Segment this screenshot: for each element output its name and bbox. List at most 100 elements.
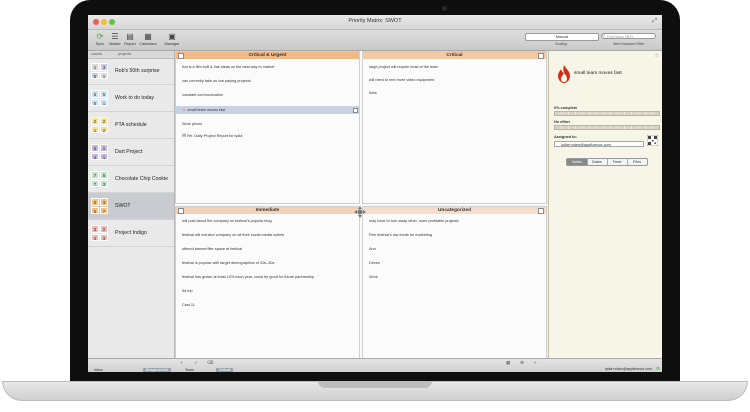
add-icon[interactable]: + [180, 360, 183, 365]
list-item[interactable]: constant communication [182, 93, 223, 97]
move-handle-icon[interactable] [354, 206, 366, 218]
count-cell: 2 [100, 225, 108, 233]
tab-dates[interactable]: Dates [587, 159, 608, 165]
item-checkbox[interactable] [353, 108, 358, 113]
project-name: Rob's 50th surprise [115, 68, 160, 74]
status-list[interactable]: Bhagaram list [143, 368, 171, 372]
sidebar-item-project[interactable]: 5 1 4 1 Dart Project [88, 139, 174, 166]
status-default[interactable]: Default [216, 368, 234, 372]
tab-notes[interactable]: Notes [567, 159, 588, 165]
effort-label: No effort [554, 120, 570, 124]
list-item[interactable]: ✉ Re: Daily Project Report for lydia [182, 133, 242, 139]
assigned-label: Assigned to: [554, 135, 577, 139]
laptop-mockup: Priority Matrix: SWOT ⤢ ⟳ Sync ☰ Master … [0, 0, 750, 412]
count-cell: 5 [91, 98, 99, 106]
count-cell: 1 [100, 144, 108, 152]
item-details-panel: ☆ small team moves fast 0% complete No e… [548, 51, 662, 358]
sidebar-item-project[interactable]: 2 2 1 2 PTA schedule [88, 112, 174, 139]
status-team[interactable]: Team [185, 368, 194, 372]
project-name: SWOT [115, 203, 131, 209]
check-icon[interactable]: ✓ [194, 360, 198, 366]
report-icon: ▤ [126, 32, 134, 41]
quadrant-header[interactable]: Uncategorized [363, 207, 546, 214]
count-cell: 1 [100, 98, 108, 106]
count-cell: 2 [100, 125, 108, 133]
quadrant-header[interactable]: Critical & Urgent [176, 52, 359, 59]
count-cell: 2 [91, 117, 99, 125]
sidebar-item-project[interactable]: 0 3 5 7 SWOT [88, 193, 174, 220]
project-name: Chocolate Chip Cookie [115, 176, 169, 182]
count-cell: 3 [100, 198, 108, 206]
report-button[interactable]: ▤ Report [121, 32, 139, 46]
list-item[interactable]: lines [369, 91, 377, 95]
count-cell: 3 [100, 63, 108, 71]
list-item[interactable]: large project will require most of the t… [369, 65, 438, 69]
sidebar-item-project[interactable]: 5 5 5 1 Work to do today [88, 85, 174, 112]
window-title: Priority Matrix: SWOT [348, 18, 402, 24]
list-item[interactable]: Cast 11 [182, 303, 195, 307]
search-input[interactable]: Find Items (⌘F) [601, 33, 656, 39]
search-icon: ⚲ [602, 33, 605, 38]
title-bar: Priority Matrix: SWOT ⤢ [88, 15, 662, 30]
quadrant-count-grid: 7573 [91, 171, 109, 188]
sync-status-icon: ⟳ [656, 366, 660, 371]
priority-matrix: Critical & Urgent Kat is a film buff & h… [175, 51, 547, 359]
calendars-button[interactable]: ▦ Calendars [139, 32, 157, 46]
list-item[interactable]: Ann [369, 247, 376, 251]
sidebar-item-project[interactable]: 7 5 7 3 Chocolate Chip Cookie [88, 166, 174, 193]
star-icon[interactable]: ☆ [655, 53, 659, 59]
tab-feed[interactable]: Feed [607, 159, 628, 165]
list-item[interactable]: 5d trip [182, 289, 193, 293]
assignee-field[interactable]: lydia+video@appfluence.com [554, 141, 644, 147]
quadrant-checkbox[interactable] [178, 208, 184, 214]
sidebar-item-project[interactable]: 1 3 5 1 Rob's 50th surprise [88, 58, 174, 85]
sort-select[interactable]: Manual [525, 33, 599, 41]
list-item[interactable]: festival is popular with target demograp… [182, 261, 274, 265]
list-item[interactable]: Work [369, 275, 378, 279]
next-icon[interactable]: » [534, 360, 537, 365]
manager-button[interactable]: ▣ Manager [163, 32, 181, 46]
status-inbox[interactable]: Inbox [94, 368, 103, 372]
quadrant-title: Critical [446, 53, 463, 58]
list-item-selected[interactable]: ♨ small team moves fast [176, 106, 359, 114]
details-tabs: Notes Dates Feed Files [566, 158, 648, 166]
item-title[interactable]: small team moves fast [574, 71, 622, 76]
quadrant-header[interactable]: Immediate [176, 207, 359, 214]
quadrant-title: Critical & Urgent [248, 53, 287, 58]
project-name: Work to do today [115, 95, 155, 101]
list-item[interactable]: offered banner/flier space at festival [182, 247, 242, 251]
quadrant-checkbox[interactable] [178, 53, 184, 59]
tab-files[interactable]: Files [627, 159, 647, 165]
list-item[interactable]: can currently take on low paying project… [182, 79, 251, 83]
count-cell: 0 [91, 198, 99, 206]
list-item[interactable]: may have to turn away other, more profit… [369, 219, 458, 223]
briefcase-icon: ▣ [168, 32, 176, 41]
list-item[interactable]: festival will mention company on all the… [182, 233, 284, 237]
quadrant-header[interactable]: Critical [363, 52, 546, 59]
list-item[interactable]: Drives [369, 261, 380, 265]
count-cell: 1 [100, 71, 108, 79]
settings-icon[interactable]: ⚙ [520, 360, 524, 366]
quadrant-count-grid: 5551 [91, 90, 109, 107]
camera [442, 6, 447, 11]
count-cell: 5 [91, 90, 99, 98]
list-item[interactable]: will post about the company on festival'… [182, 219, 272, 223]
list-item[interactable]: Film festival's low funds for marketing [369, 233, 432, 237]
sidebar-item-project[interactable]: 3 2 4 3 Project Indigo [88, 220, 174, 247]
list-item[interactable]: Kat is a film buff & has ideas on the be… [182, 65, 274, 69]
quadrant-critical-urgent: Critical & Urgent Kat is a film buff & h… [175, 51, 360, 204]
qr-code-icon[interactable] [647, 135, 658, 146]
project-name: Project Indigo [115, 230, 147, 236]
quadrant-checkbox[interactable] [538, 208, 544, 214]
fullscreen-icon[interactable]: ⤢ [652, 18, 657, 25]
list-item[interactable]: festival has grown at least 10% each yea… [182, 275, 314, 279]
count-cell: 3 [91, 225, 99, 233]
percent-complete-bar[interactable] [554, 111, 660, 116]
quadrant-checkbox[interactable] [538, 53, 544, 59]
list-item[interactable]: Work phone [182, 122, 202, 126]
list-item[interactable]: will need to rent more video equipment [369, 78, 434, 82]
effort-bar[interactable] [554, 125, 660, 130]
view-icon[interactable]: ▦ [506, 360, 510, 366]
trash-icon[interactable]: ⌫ [207, 360, 213, 366]
quadrant-count-grid: 0357 [91, 198, 109, 215]
